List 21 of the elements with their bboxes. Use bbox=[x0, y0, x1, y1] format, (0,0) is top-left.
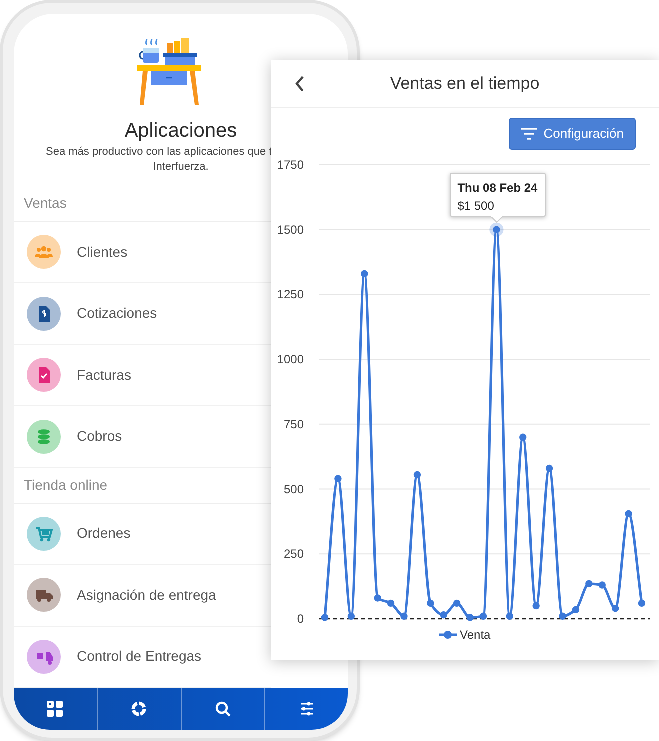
list-item[interactable]: Cotizaciones bbox=[14, 283, 271, 345]
axis-label: 250 bbox=[284, 547, 304, 562]
subtitle-text: Interfuerza. bbox=[153, 160, 209, 175]
panel-title: Ventas en el tiempo bbox=[390, 74, 540, 93]
configuration-button[interactable]: Configuración bbox=[508, 118, 636, 150]
tooltip-value: $1 500 bbox=[458, 198, 496, 215]
axis-label: 1500 bbox=[277, 222, 304, 237]
axis-label: 500 bbox=[284, 482, 304, 496]
axis-label: 0 bbox=[297, 612, 304, 626]
app-title: Aplicaciones bbox=[124, 119, 238, 143]
list-item[interactable]: Facturas bbox=[14, 344, 271, 406]
axis-label: 1750 bbox=[277, 158, 304, 172]
axis-label: 750 bbox=[284, 417, 304, 432]
legend-label: Venta bbox=[460, 628, 491, 642]
axis-label: 1250 bbox=[277, 288, 304, 302]
list-item[interactable]: Cobros bbox=[14, 406, 271, 468]
list-item[interactable]: Asignación de entrega bbox=[14, 565, 271, 626]
axis-label: 1000 bbox=[277, 352, 304, 367]
list-item[interactable]: Ordenes bbox=[14, 504, 271, 565]
tooltip-date: Thu 08 Feb 24 bbox=[458, 180, 538, 197]
list-item[interactable]: Clientes bbox=[14, 222, 271, 284]
